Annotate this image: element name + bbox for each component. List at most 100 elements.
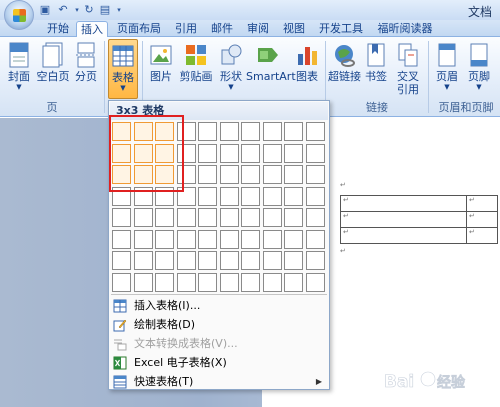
table-grid-cell[interactable]	[198, 122, 217, 141]
table-grid-cell[interactable]	[133, 208, 153, 227]
tab-developer[interactable]: 开发工具	[314, 21, 368, 37]
blank-page-button[interactable]: 空白页	[36, 39, 70, 95]
redo-icon[interactable]: ↻	[82, 3, 96, 17]
table-grid-cell[interactable]	[241, 186, 260, 206]
hyperlink-button[interactable]: 超链接	[328, 39, 361, 95]
cover-page-button[interactable]: 封面 ▼	[4, 39, 34, 95]
table-cell[interactable]: ↵	[466, 195, 498, 212]
table-grid-cell[interactable]	[155, 229, 174, 249]
table-grid-cell[interactable]	[112, 229, 131, 249]
table-grid-cell[interactable]	[219, 122, 239, 141]
table-grid-cell[interactable]	[241, 122, 260, 141]
table-cell[interactable]: ↵	[340, 195, 467, 212]
table-grid-cell[interactable]	[219, 186, 239, 206]
table-grid-cell[interactable]	[305, 143, 325, 163]
excel-table-menu-item[interactable]: Excel 电子表格(X)	[110, 354, 328, 372]
table-grid-cell[interactable]	[112, 251, 131, 270]
table-grid-cell[interactable]	[198, 143, 217, 163]
table-grid-cell[interactable]	[219, 229, 239, 249]
table-grid-cell[interactable]	[284, 186, 303, 206]
table-grid-cell[interactable]	[305, 208, 325, 227]
quick-tables-menu-item[interactable]: 快速表格(T) ▶	[110, 373, 328, 391]
table-grid-cell[interactable]	[198, 251, 217, 270]
table-grid-cell[interactable]	[241, 272, 260, 292]
table-grid-cell[interactable]	[241, 165, 260, 184]
office-button[interactable]	[4, 0, 34, 30]
table-grid-cell[interactable]	[262, 229, 282, 249]
table-grid-cell[interactable]	[284, 165, 303, 184]
smartart-button[interactable]: SmartArt	[246, 39, 296, 95]
table-grid-cell[interactable]	[284, 208, 303, 227]
tab-page-layout[interactable]: 页面布局	[112, 21, 166, 37]
draw-table-menu-item[interactable]: 绘制表格(D)	[110, 316, 328, 334]
table-cell[interactable]: ↵	[340, 227, 467, 244]
table-grid-cell[interactable]	[198, 229, 217, 249]
table-grid-cell[interactable]	[133, 229, 153, 249]
insert-table-menu-item[interactable]: 插入表格(I)...	[110, 297, 328, 315]
cross-reference-button[interactable]: 交叉 引用	[392, 39, 424, 96]
tab-view[interactable]: 视图	[278, 21, 310, 37]
table-grid-cell[interactable]	[219, 208, 239, 227]
clipart-button[interactable]: 剪贴画	[178, 39, 214, 95]
table-grid-cell[interactable]	[176, 208, 196, 227]
save-icon[interactable]: ▣	[38, 3, 52, 17]
tab-review[interactable]: 审阅	[242, 21, 274, 37]
table-grid-cell[interactable]	[112, 272, 131, 292]
footer-button[interactable]: 页脚 ▼	[464, 39, 494, 95]
table-grid-cell[interactable]	[155, 272, 174, 292]
table-grid-cell[interactable]	[112, 208, 131, 227]
page-break-button[interactable]: 分页	[72, 39, 100, 95]
table-cell[interactable]: ↵	[466, 227, 498, 244]
tab-home[interactable]: 开始	[40, 21, 76, 37]
picture-button[interactable]: 图片	[146, 39, 176, 95]
table-grid-cell[interactable]	[176, 251, 196, 270]
chart-button[interactable]: 图表	[292, 39, 322, 95]
table-grid-cell[interactable]	[241, 251, 260, 270]
table-grid-cell[interactable]	[305, 272, 325, 292]
table-grid-cell[interactable]	[241, 143, 260, 163]
table-cell[interactable]: ↵	[340, 211, 467, 228]
table-grid-cell[interactable]	[219, 251, 239, 270]
table-cell[interactable]: ↵	[466, 211, 498, 228]
table-grid-cell[interactable]	[305, 122, 325, 141]
table-grid-cell[interactable]	[241, 229, 260, 249]
table-grid-cell[interactable]	[262, 272, 282, 292]
table-button[interactable]: 表格 ▼	[108, 39, 138, 99]
table-grid-cell[interactable]	[262, 122, 282, 141]
table-grid-cell[interactable]	[219, 272, 239, 292]
customize-toolbar-icon[interactable]: ▾	[112, 3, 126, 17]
table-grid-cell[interactable]	[284, 272, 303, 292]
table-grid-cell[interactable]	[305, 186, 325, 206]
table-grid-cell[interactable]	[284, 143, 303, 163]
tab-foxit-reader[interactable]: 福昕阅读器	[372, 21, 438, 37]
table-grid-cell[interactable]	[155, 208, 174, 227]
tab-mailings[interactable]: 邮件	[206, 21, 238, 37]
header-button[interactable]: 页眉 ▼	[432, 39, 462, 95]
table-grid-cell[interactable]	[133, 251, 153, 270]
bookmark-button[interactable]: 书签	[362, 39, 390, 95]
table-grid-cell[interactable]	[262, 208, 282, 227]
table-grid-cell[interactable]	[305, 229, 325, 249]
table-grid-cell[interactable]	[155, 251, 174, 270]
table-grid-cell[interactable]	[284, 229, 303, 249]
table-grid-cell[interactable]	[262, 143, 282, 163]
table-grid-cell[interactable]	[176, 272, 196, 292]
table-grid-cell[interactable]	[284, 122, 303, 141]
table-grid-cell[interactable]	[241, 208, 260, 227]
table-grid-cell[interactable]	[198, 186, 217, 206]
tab-insert[interactable]: 插入	[76, 21, 108, 38]
table-grid-cell[interactable]	[305, 165, 325, 184]
table-grid-cell[interactable]	[284, 251, 303, 270]
undo-icon[interactable]: ↶	[56, 3, 70, 17]
table-grid-cell[interactable]	[219, 143, 239, 163]
table-grid-cell[interactable]	[262, 251, 282, 270]
print-preview-icon[interactable]: ▤	[98, 3, 112, 17]
table-grid-cell[interactable]	[133, 272, 153, 292]
table-grid-cell[interactable]	[262, 186, 282, 206]
shapes-button[interactable]: 形状 ▼	[216, 39, 246, 95]
convert-text-to-table-menu-item[interactable]: 文本转换成表格(V)...	[110, 335, 328, 353]
tab-references[interactable]: 引用	[170, 21, 202, 37]
table-grid-cell[interactable]	[219, 165, 239, 184]
table-grid-cell[interactable]	[198, 165, 217, 184]
table-grid-cell[interactable]	[198, 208, 217, 227]
